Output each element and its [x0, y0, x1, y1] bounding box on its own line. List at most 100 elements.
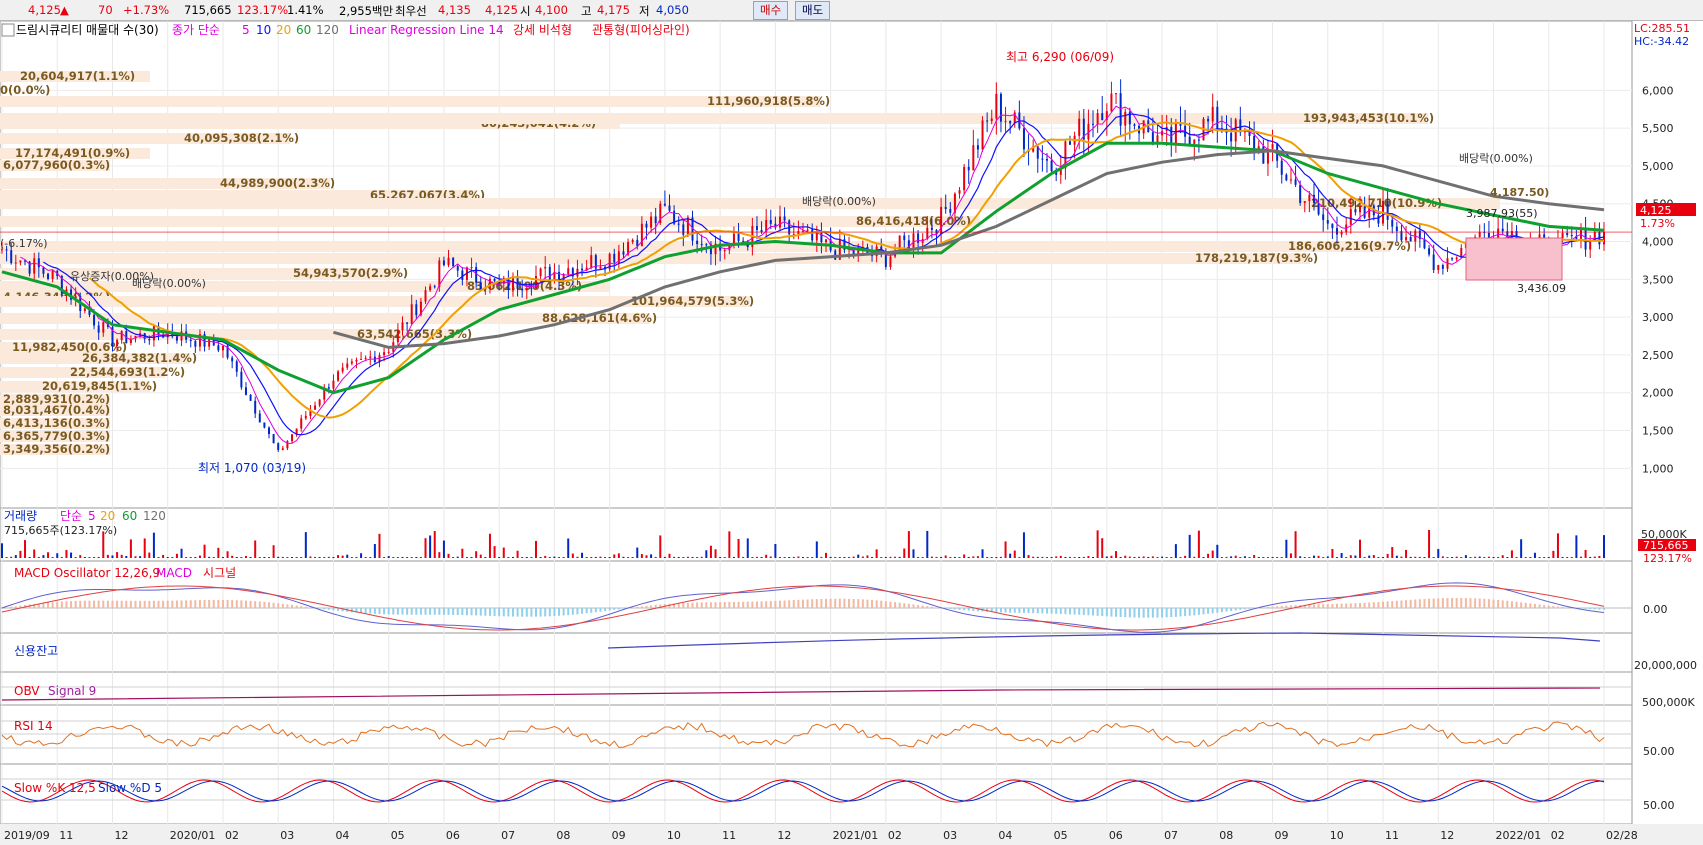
volume-bar — [530, 556, 533, 558]
candle-body — [944, 206, 947, 210]
macd-bar — [1382, 601, 1385, 608]
volume-bar — [815, 541, 818, 558]
candle-body — [1197, 139, 1200, 141]
macd-bar — [1460, 597, 1463, 608]
volume-bar — [442, 540, 445, 558]
volume-bar — [599, 556, 602, 558]
macd-bar — [1092, 608, 1095, 616]
volume-bar — [894, 556, 897, 558]
buy-button[interactable]: 매수 — [753, 1, 789, 20]
macd-bar — [829, 598, 832, 608]
candle-body — [797, 230, 800, 235]
macd-bar — [258, 601, 261, 608]
candle-body — [475, 267, 478, 283]
open-label: 시 — [520, 4, 531, 18]
candle-body — [778, 216, 781, 228]
volume-title: 거래량 — [4, 509, 37, 523]
profile-label: 3,349,356(0.2%) — [3, 442, 110, 456]
volume-bar — [74, 557, 77, 558]
candle-body — [976, 145, 979, 150]
macd-bar — [479, 608, 482, 616]
macd-bar — [1593, 608, 1596, 610]
turnover: 1.41% — [287, 3, 324, 17]
volume-bar — [406, 556, 409, 558]
volume-bar — [37, 556, 40, 558]
volume-bar — [1552, 550, 1555, 558]
volume-bar — [760, 556, 763, 558]
current-price-axis: 4,125 — [1640, 204, 1672, 217]
macd-bar — [1529, 603, 1532, 608]
volume-bar — [875, 549, 878, 558]
volume-bar — [1368, 555, 1371, 558]
candle-body — [93, 314, 96, 326]
volume-bar — [1087, 556, 1090, 558]
vol-ma-60: 60 — [122, 509, 137, 523]
volume-bar — [1133, 556, 1136, 558]
profile-label: 20,619,845(1.1%) — [42, 379, 157, 393]
candle-body — [1322, 214, 1325, 221]
volume-bar — [1418, 556, 1421, 558]
macd-bar — [581, 608, 584, 614]
candle-body — [1570, 235, 1573, 237]
sell-button[interactable]: 매도 — [795, 1, 831, 20]
macd-bar — [1331, 603, 1334, 608]
candle-body — [1101, 113, 1104, 121]
candle-body — [304, 415, 307, 419]
candle-body — [1069, 141, 1071, 145]
macd-bar — [935, 607, 938, 608]
macd-bar — [1045, 608, 1048, 614]
volume-bar — [1391, 547, 1394, 558]
volume-bar — [116, 552, 119, 558]
macd-bar — [1280, 605, 1283, 608]
macd-bar — [350, 608, 353, 613]
volume-bar — [944, 555, 947, 558]
candle-body — [456, 266, 459, 271]
stock-name: 드림시큐리티 매물대 수(30) — [16, 23, 159, 37]
macd-bar — [622, 608, 625, 609]
volume-bar — [539, 557, 542, 558]
candle-body — [732, 233, 735, 245]
volume-bar — [1497, 557, 1500, 558]
candle-body — [507, 278, 510, 290]
candle-body — [337, 371, 340, 381]
macd-bar — [535, 608, 537, 617]
volume-bar — [221, 556, 224, 558]
macd-bar — [1064, 608, 1067, 615]
macd-bar — [953, 608, 956, 610]
candle-body — [254, 400, 257, 414]
volume-bar — [608, 557, 611, 558]
xaxis-tick: 06 — [1109, 829, 1123, 842]
volume-bar — [1428, 529, 1431, 558]
candle-body — [1451, 258, 1454, 260]
volume-bar — [1414, 556, 1417, 558]
macd-bar — [871, 599, 874, 608]
volume-bar — [645, 555, 648, 558]
candle-body — [1050, 160, 1053, 172]
volume-bar — [314, 556, 317, 558]
macd-bar — [889, 601, 892, 608]
candle-body — [19, 260, 22, 263]
strong-label: 강세 비석형 — [513, 23, 572, 37]
volume-bar — [258, 556, 261, 558]
chart-area[interactable]: 20,604,917(1.1%)0(0.0%) 111,960,918(5.8%)… — [0, 21, 1703, 845]
macd-bar — [1603, 608, 1605, 610]
macd-bar — [1202, 608, 1205, 615]
volume-bar — [797, 556, 800, 558]
macd-bar — [1386, 601, 1389, 608]
macd-bar — [963, 608, 966, 611]
macd-bar — [705, 602, 708, 608]
ma-20: 20 — [276, 23, 291, 37]
volume-bar — [1400, 556, 1403, 558]
candle-body — [1561, 233, 1564, 239]
candle-body — [493, 278, 496, 281]
macd-bar — [811, 599, 814, 608]
macd-bar — [415, 608, 418, 615]
volume-bar — [383, 556, 386, 558]
candle-body — [258, 413, 261, 423]
volume-bar — [1096, 530, 1099, 558]
volume-bar — [212, 557, 215, 558]
volume-bar — [231, 555, 234, 558]
macd-title: MACD Oscillator 12,26,9 — [14, 566, 160, 580]
settings-icon[interactable] — [1, 23, 15, 37]
macd-bar — [1174, 608, 1177, 617]
